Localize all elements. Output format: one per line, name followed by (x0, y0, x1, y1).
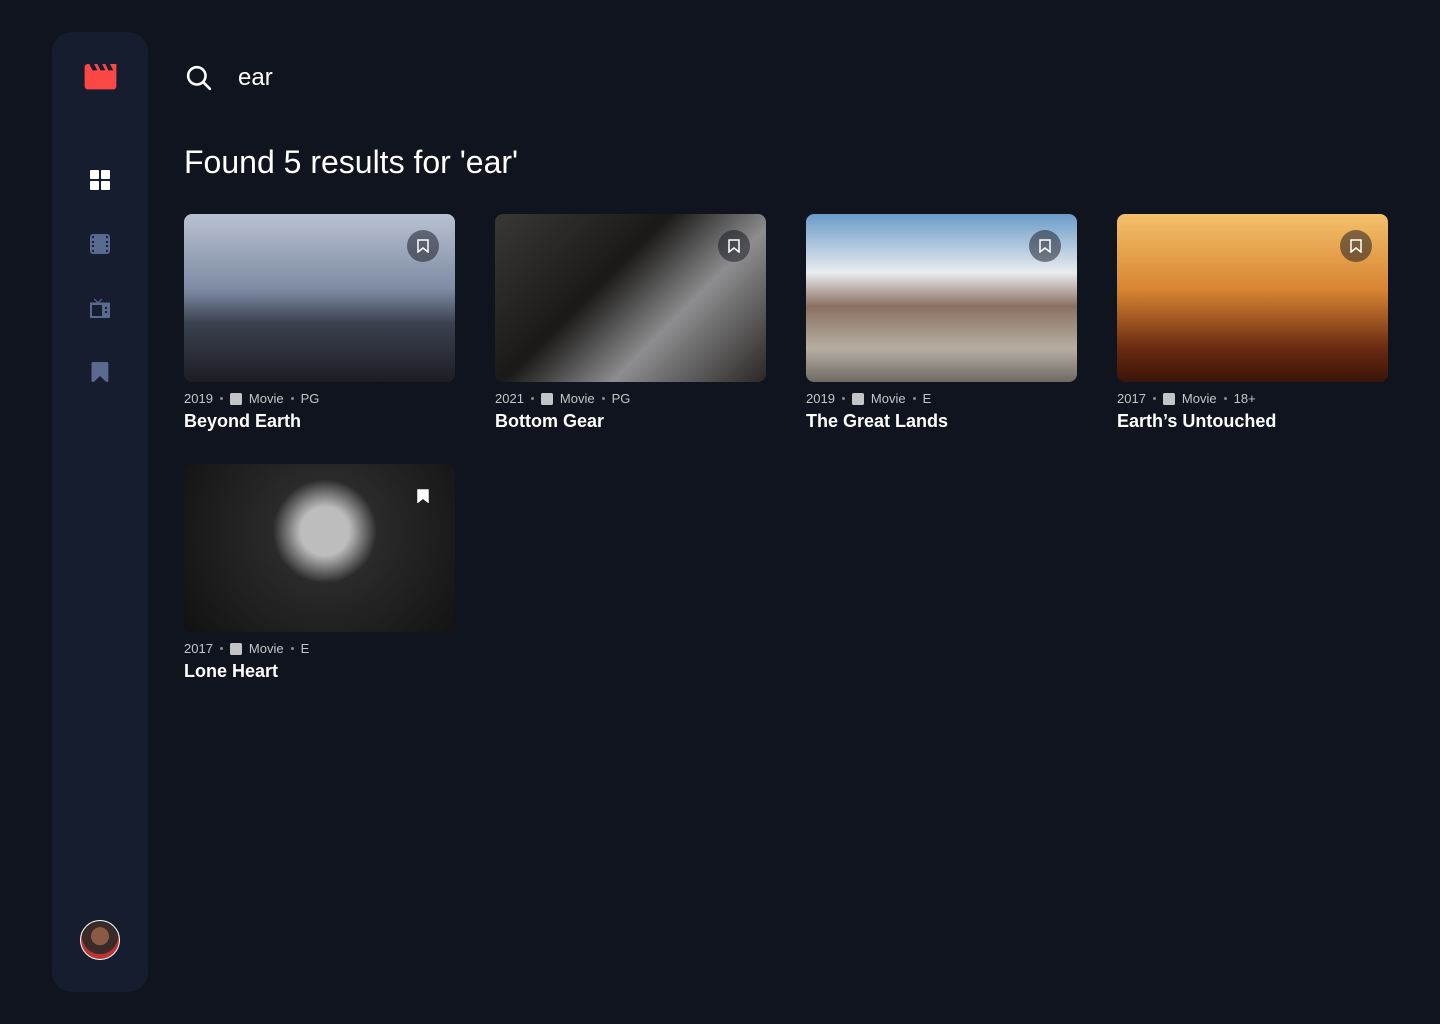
year: 2019 (184, 391, 213, 406)
thumbnail[interactable] (806, 214, 1077, 382)
rating: PG (611, 391, 631, 406)
result-card[interactable]: 2021 Movie PG Bottom Gear (495, 214, 766, 432)
bookmark-button[interactable] (718, 230, 750, 262)
result-card[interactable]: 2017 Movie 18+ Earth’s Untouched (1117, 214, 1388, 432)
search-icon (186, 65, 212, 91)
bookmark-icon (1350, 239, 1362, 253)
results-heading: Found 5 results for 'ear' (184, 144, 519, 180)
rating: PG (300, 391, 320, 406)
nav-home-icon[interactable] (90, 170, 110, 190)
meta: 2017 Movie E (184, 641, 455, 656)
title[interactable]: Earth’s Untouched (1117, 411, 1388, 432)
logo-icon[interactable] (84, 64, 117, 90)
meta: 2021 Movie PG (495, 391, 766, 406)
movie-icon (540, 392, 553, 405)
separator (219, 647, 223, 650)
bookmark-filled-icon (417, 489, 429, 503)
thumbnail[interactable] (184, 464, 455, 632)
title[interactable]: Bottom Gear (495, 411, 766, 432)
nav-tv-series-icon[interactable] (90, 298, 110, 318)
title[interactable]: Beyond Earth (184, 411, 455, 432)
separator (290, 647, 294, 650)
year: 2019 (806, 391, 835, 406)
thumbnail[interactable] (1117, 214, 1388, 382)
year: 2021 (495, 391, 524, 406)
separator (530, 397, 534, 400)
nav-bookmarks-icon[interactable] (90, 362, 110, 382)
search-bar (186, 64, 838, 92)
category: Movie (559, 391, 595, 406)
results-grid: 2019 Movie PG Beyond Earth 2021 Movie PG… (184, 214, 1388, 682)
result-card[interactable]: 2019 Movie E The Great Lands (806, 214, 1077, 432)
thumbnail[interactable] (184, 214, 455, 382)
movie-icon (229, 392, 242, 405)
title[interactable]: The Great Lands (806, 411, 1077, 432)
separator (1223, 397, 1227, 400)
movie-icon (229, 642, 242, 655)
meta: 2017 Movie 18+ (1117, 391, 1388, 406)
rating: E (300, 641, 310, 656)
search-input[interactable] (238, 64, 838, 92)
bookmark-button[interactable] (1029, 230, 1061, 262)
meta: 2019 Movie E (806, 391, 1077, 406)
nav-movies-icon[interactable] (90, 234, 110, 254)
result-card[interactable]: 2019 Movie PG Beyond Earth (184, 214, 455, 432)
sidebar (52, 32, 148, 992)
rating: E (922, 391, 932, 406)
result-card[interactable]: 2017 Movie E Lone Heart (184, 464, 455, 682)
rating: 18+ (1233, 391, 1256, 406)
bookmark-icon (1039, 239, 1051, 253)
bookmark-icon (728, 239, 740, 253)
bookmark-icon (417, 239, 429, 253)
bookmark-button[interactable] (407, 230, 439, 262)
movie-icon (851, 392, 864, 405)
separator (1152, 397, 1156, 400)
bookmark-button[interactable] (1340, 230, 1372, 262)
title[interactable]: Lone Heart (184, 661, 455, 682)
user-avatar[interactable] (80, 920, 120, 960)
year: 2017 (184, 641, 213, 656)
category: Movie (248, 641, 284, 656)
year: 2017 (1117, 391, 1146, 406)
separator (290, 397, 294, 400)
category: Movie (1181, 391, 1217, 406)
movie-icon (1162, 392, 1175, 405)
separator (912, 397, 916, 400)
separator (841, 397, 845, 400)
category: Movie (248, 391, 284, 406)
thumbnail[interactable] (495, 214, 766, 382)
bookmark-button[interactable] (407, 480, 439, 512)
separator (601, 397, 605, 400)
meta: 2019 Movie PG (184, 391, 455, 406)
separator (219, 397, 223, 400)
category: Movie (870, 391, 906, 406)
